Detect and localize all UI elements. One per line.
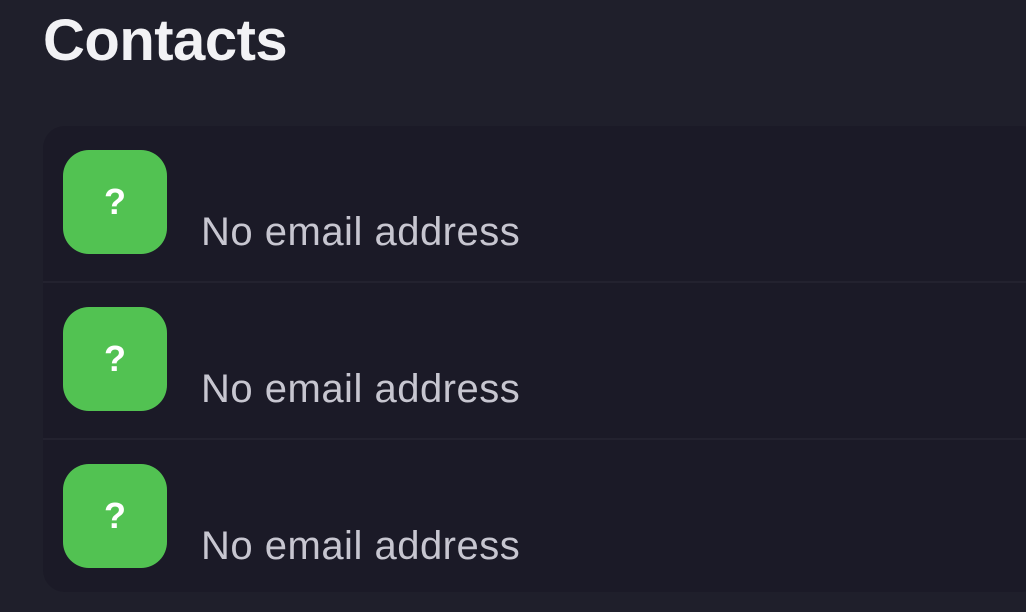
- contacts-screen: Contacts ? No email address ? No email a…: [0, 0, 1026, 612]
- unknown-contact-icon: ?: [63, 464, 167, 568]
- contact-list: ? No email address ? No email address ? …: [43, 126, 1026, 592]
- contact-email: No email address: [201, 367, 521, 411]
- contact-row[interactable]: ? No email address: [43, 438, 1026, 592]
- contact-row[interactable]: ? No email address: [43, 281, 1026, 438]
- unknown-contact-icon: ?: [63, 307, 167, 411]
- contact-email: No email address: [201, 524, 521, 568]
- contact-email: No email address: [201, 210, 521, 254]
- unknown-contact-icon: ?: [63, 150, 167, 254]
- contact-row[interactable]: ? No email address: [43, 126, 1026, 281]
- page-title: Contacts: [43, 8, 288, 73]
